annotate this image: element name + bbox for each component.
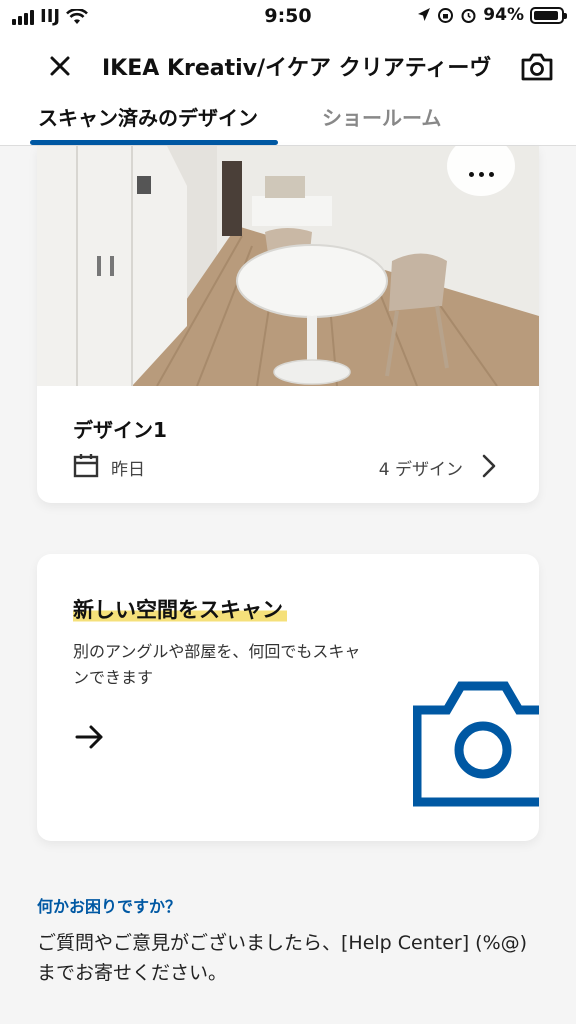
close-icon[interactable] [44, 50, 76, 82]
active-tab-indicator [30, 140, 278, 145]
rotation-lock-icon [438, 7, 454, 23]
battery-percent: 94% [483, 5, 524, 25]
new-scan-card[interactable]: 新しい空間をスキャン 別のアングルや部屋を、何回でもスキャンできます [37, 554, 539, 841]
chevron-right-icon[interactable] [479, 453, 499, 479]
battery-icon [530, 6, 567, 24]
tab-scanned-designs[interactable]: スキャン済みのデザイン [38, 102, 258, 131]
more-dot [478, 171, 484, 177]
help-text: ご質問やご意見がございましたら、[Help Center] (%@) までお寄せ… [37, 932, 528, 984]
battery-fill [534, 10, 559, 20]
design-date: 昨日 [111, 460, 145, 480]
more-dot [468, 171, 474, 177]
location-arrow-icon [418, 8, 431, 21]
tab-bar: スキャン済みのデザイン ショールーム [0, 98, 576, 146]
tab-showroom[interactable]: ショールーム [322, 102, 441, 131]
app-header: IKEA Kreativ/イケア クリアティーヴ スキャン済みのデザイン ショー… [0, 34, 576, 146]
design-count: 4 デザイン [378, 460, 463, 480]
status-bar: IIJ 9:50 94% [0, 0, 576, 34]
scan-description: 別のアングルや部屋を、何回でもスキャンできます [73, 642, 361, 687]
more-dot [488, 171, 494, 177]
design-name: デザイン1 [73, 418, 167, 442]
scan-title: 新しい空間をスキャン [73, 594, 287, 624]
design-card[interactable]: デザイン1 昨日 4 デザイン [37, 146, 539, 503]
alarm-icon [461, 8, 476, 23]
status-right: 94% [417, 5, 567, 25]
camera-icon[interactable] [520, 50, 554, 84]
calendar-icon [73, 454, 99, 478]
help-heading: 何かお困りですか？ [37, 897, 182, 916]
camera-illustration-icon [413, 681, 539, 807]
arrow-right-icon[interactable] [73, 722, 107, 752]
page-title: IKEA Kreativ/イケア クリアティーヴ [102, 56, 492, 81]
